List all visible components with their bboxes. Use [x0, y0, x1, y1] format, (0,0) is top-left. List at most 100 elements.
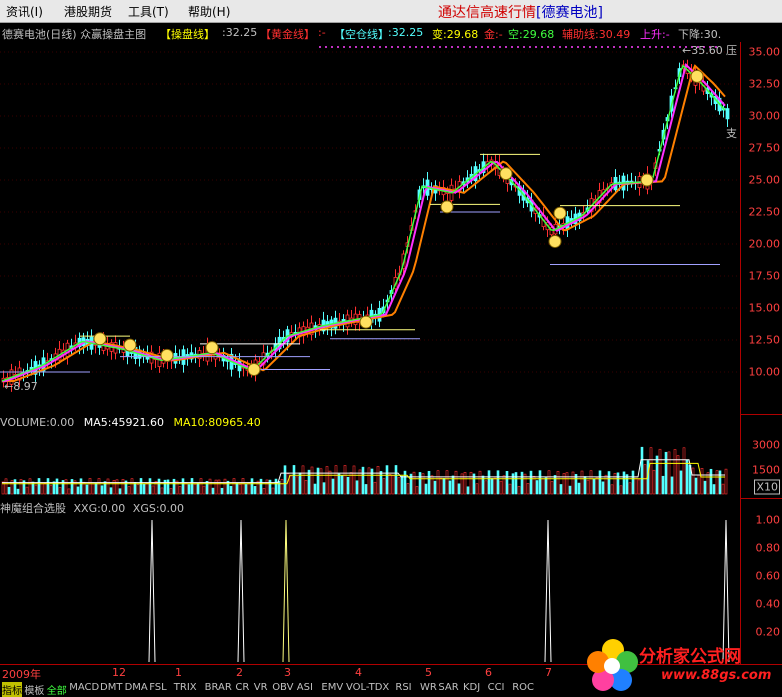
money-bag-icon — [93, 332, 107, 346]
tab-wr[interactable]: WR — [420, 682, 437, 693]
price-tick: 35.00 — [748, 45, 781, 59]
signal-dot — [673, 46, 675, 48]
volume-bar — [130, 478, 134, 495]
volume-bar — [418, 472, 422, 495]
low-label: ←8.97 — [4, 380, 38, 393]
kong-text: 空:29.68 — [508, 28, 555, 41]
volume-bar — [121, 479, 125, 495]
volume-bar — [592, 478, 596, 495]
ma-line-orange — [2, 64, 726, 382]
volume-bar — [337, 473, 341, 495]
volume-bar — [463, 472, 467, 495]
volume-bar — [202, 485, 206, 495]
ma-line-magenta — [2, 62, 726, 382]
volume-bar — [427, 470, 431, 495]
signal-dot — [571, 46, 573, 48]
tab-dma[interactable]: DMA — [125, 682, 148, 693]
volume-bar — [340, 475, 344, 495]
volume-bar — [49, 485, 53, 495]
volume-bar — [7, 486, 11, 495]
tab-指标[interactable]: 指标 — [2, 682, 22, 697]
signal-dot — [421, 46, 423, 48]
signal-spike — [544, 519, 552, 663]
tab-kdj[interactable]: KDJ — [463, 682, 480, 693]
money-bag-icon — [440, 200, 454, 214]
volume-bar — [643, 464, 647, 495]
tab-vol-tdx[interactable]: VOL-TDX — [346, 682, 389, 693]
support-label: 支 — [726, 127, 737, 140]
volume-bar — [199, 478, 203, 495]
tab-sar[interactable]: SAR — [438, 682, 458, 693]
tab-macd[interactable]: MACD — [69, 682, 99, 693]
date-label: 12 — [112, 666, 126, 679]
signal-dot — [373, 46, 375, 48]
signal-dot — [529, 46, 531, 48]
signal-dot — [445, 46, 447, 48]
volume-bar — [79, 478, 83, 495]
xg-tick: 0.40 — [755, 597, 781, 611]
volume-bar — [46, 478, 50, 495]
app-title: 通达信高速行情[德赛电池] — [438, 2, 603, 22]
volume-bar — [271, 487, 275, 495]
volume-bar — [721, 483, 725, 495]
volume-bar — [289, 475, 293, 495]
money-bag-icon — [548, 234, 562, 248]
signal-dot — [349, 46, 351, 48]
tab-brar[interactable]: BRAR — [205, 682, 232, 693]
tab-rsi[interactable]: RSI — [395, 682, 411, 693]
volume-bar — [352, 465, 356, 495]
signal-dot — [385, 46, 387, 48]
menu-info[interactable]: 资讯(I) — [6, 3, 43, 20]
volume-bar — [424, 483, 428, 495]
signal-spike — [282, 519, 290, 663]
volume-bar — [115, 479, 119, 495]
volume-bar — [667, 451, 671, 495]
tab-cr[interactable]: CR — [235, 682, 249, 693]
volume-bar — [169, 488, 173, 495]
volume-bar — [508, 483, 512, 495]
signal-dot — [577, 46, 579, 48]
tab-emv[interactable]: EMV — [321, 682, 343, 693]
volume-bar — [55, 478, 59, 495]
price-tick: 27.50 — [748, 141, 781, 155]
tab-dmt[interactable]: DMT — [100, 682, 122, 693]
volume-bar — [433, 480, 437, 495]
menu-help[interactable]: 帮助(H) — [188, 3, 230, 20]
volume-bar — [100, 485, 104, 495]
volume-bar — [442, 478, 446, 495]
signal-dot — [625, 46, 627, 48]
volume-bar — [406, 483, 410, 495]
signal-dot — [661, 46, 663, 48]
tab-trix[interactable]: TRIX — [174, 682, 197, 693]
tab-cci[interactable]: CCI — [488, 682, 505, 693]
signal-dot — [667, 46, 669, 48]
menu-tools[interactable]: 工具(T) — [128, 3, 169, 20]
volume-bar — [226, 480, 230, 495]
tab-vr[interactable]: VR — [254, 682, 268, 693]
signal-dot — [607, 46, 609, 48]
volume-bar — [181, 478, 185, 495]
menu-hk-futures[interactable]: 港股期货 — [64, 3, 112, 20]
volume-bar — [247, 482, 251, 495]
volume-bar — [388, 473, 392, 495]
volume-bar — [475, 483, 479, 495]
volume-bar — [139, 478, 143, 495]
signal-dot — [559, 46, 561, 48]
tab-roc[interactable]: ROC — [512, 682, 534, 693]
tab-全部[interactable]: 全部 — [47, 682, 67, 697]
volume-bar — [379, 471, 383, 495]
high-label: ←35.60 — [682, 44, 723, 57]
volume-bar — [34, 484, 38, 495]
tab-asi[interactable]: ASI — [297, 682, 313, 693]
xiajiang-text: 下降:30. — [678, 28, 722, 41]
volume-bar — [196, 482, 200, 495]
volume-bar — [322, 482, 326, 495]
tab-模板[interactable]: 模板 — [24, 682, 44, 697]
tab-obv[interactable]: OBV — [272, 682, 293, 693]
caopan-label: 【操盘线】 — [160, 28, 215, 41]
date-label: 2 — [236, 666, 243, 679]
volume-bar — [484, 480, 488, 495]
tab-fsl[interactable]: FSL — [149, 682, 167, 693]
price-tick: 25.00 — [748, 173, 781, 187]
money-bag-icon — [690, 69, 704, 83]
